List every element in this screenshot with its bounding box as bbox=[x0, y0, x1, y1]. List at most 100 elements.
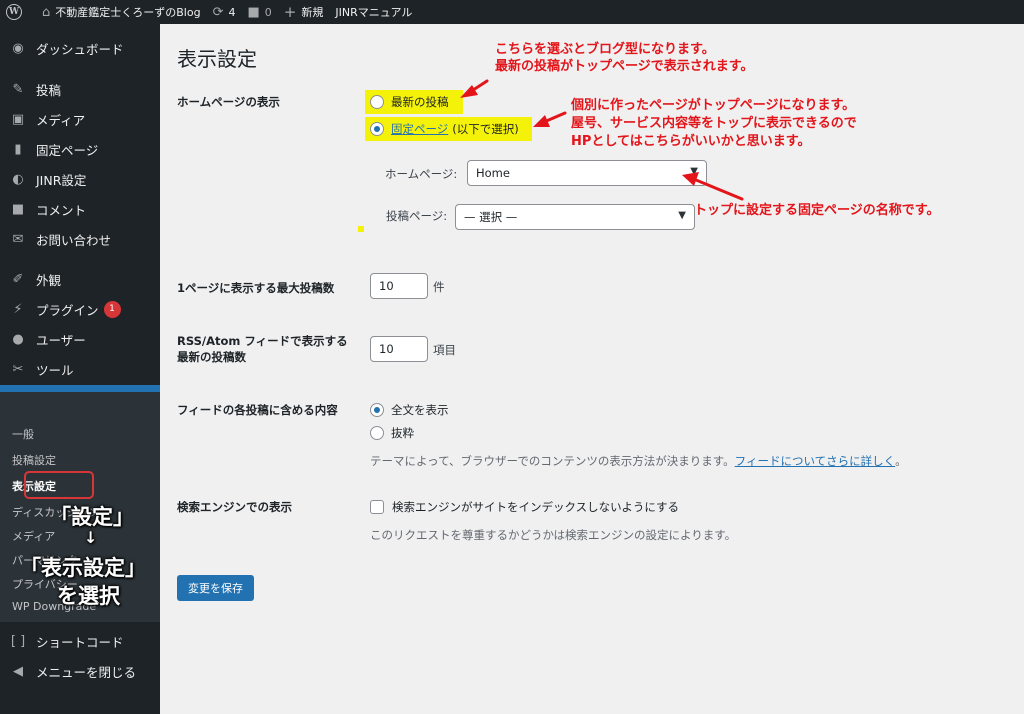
wrench-icon: ✂ bbox=[12, 361, 24, 377]
radio-static-page-row[interactable]: 固定ページ (以下で選択) bbox=[370, 121, 519, 137]
comments-count: 0 bbox=[264, 5, 272, 19]
menu-jinr[interactable]: ◐ JINR設定 bbox=[0, 164, 160, 194]
brush-icon: ✐ bbox=[12, 271, 24, 287]
submenu-media[interactable]: メディア bbox=[12, 528, 55, 544]
overlay-settings-text: 「設定」 bbox=[50, 505, 134, 529]
latest-posts-label: 最新の投稿 bbox=[391, 95, 449, 109]
menu-pages[interactable]: ▮ 固定ページ bbox=[0, 134, 160, 164]
feed-count-label-line2: 最新の投稿数 bbox=[177, 350, 246, 364]
static-page-suffix: (以下で選択) bbox=[452, 122, 519, 136]
menu-pages-label: 固定ページ bbox=[36, 142, 99, 158]
menu-dashboard[interactable]: ◉ ダッシュボード bbox=[0, 33, 160, 63]
new-label: 新規 bbox=[301, 6, 324, 19]
menu-users[interactable]: ● ユーザー bbox=[0, 324, 160, 354]
radio-static-page[interactable] bbox=[370, 122, 384, 136]
menu-appearance[interactable]: ✐ 外観 bbox=[0, 264, 160, 294]
annotation-static-line2: 屋号、サービス内容等をトップに表示できるので bbox=[571, 116, 857, 131]
feed-content-label: フィードの各投稿に含める内容 bbox=[177, 403, 338, 417]
posts-per-page-input[interactable]: 10 bbox=[370, 273, 428, 299]
submenu-writing[interactable]: 投稿設定 bbox=[12, 452, 56, 468]
submenu-general[interactable]: 一般 bbox=[12, 426, 34, 442]
menu-tools[interactable]: ✂ ツール bbox=[0, 354, 160, 384]
menu-comments[interactable]: ■ コメント bbox=[0, 194, 160, 224]
homepage-select-label: ホームページ: bbox=[385, 167, 458, 181]
search-visibility-label: 検索エンジンでの表示 bbox=[177, 500, 292, 514]
feed-learn-more-link[interactable]: フィードについてさらに詳しく bbox=[735, 454, 895, 468]
search-visibility-description: このリクエストを尊重するかどうかは検索エンジンの設定によります。 bbox=[370, 528, 737, 542]
chevron-down-icon: ▼ bbox=[678, 210, 686, 221]
menu-media-label: メディア bbox=[36, 112, 86, 128]
annotation-blog-line1: こちらを選ぶとブログ型になります。 bbox=[495, 42, 715, 57]
menu-tools-label: ツール bbox=[36, 362, 74, 378]
plugin-icon: ⚡ bbox=[13, 301, 23, 317]
menu-media[interactable]: ▣ メディア bbox=[0, 104, 160, 134]
menu-contact-label: お問い合わせ bbox=[36, 232, 112, 248]
menu-shortcode[interactable]: [ ] ショートコード bbox=[0, 626, 160, 656]
pin-icon: ✎ bbox=[12, 81, 24, 97]
full-text-label: 全文を表示 bbox=[391, 403, 449, 417]
feed-description: テーマによって、ブラウザーでのコンテンツの表示方法が決まります。フィードについて… bbox=[370, 453, 907, 469]
jinr-manual-link[interactable]: JINRマニュアル bbox=[329, 0, 418, 24]
collapse-menu[interactable]: ◀ メニューを閉じる bbox=[0, 656, 160, 686]
menu-dashboard-label: ダッシュボード bbox=[36, 41, 124, 57]
highlight-dot bbox=[358, 226, 364, 232]
static-page-link[interactable]: 固定ページ bbox=[391, 121, 448, 137]
menu-posts[interactable]: ✎ 投稿 bbox=[0, 74, 160, 104]
search-visibility-checkbox[interactable] bbox=[370, 500, 384, 514]
comment-icon: ■ bbox=[11, 201, 25, 217]
mail-icon: ✉ bbox=[12, 231, 24, 247]
posts-page-select[interactable]: — 選択 — ▼ bbox=[455, 204, 695, 230]
radio-latest-posts-row[interactable]: 最新の投稿 bbox=[370, 94, 449, 110]
radio-excerpt[interactable] bbox=[370, 426, 384, 440]
site-name-link[interactable]: ⌂ 不動産鑑定士くろーずのBlog bbox=[36, 0, 207, 24]
overlay-select-text: を選択 bbox=[57, 584, 120, 608]
search-visibility-checkbox-label: 検索エンジンがサイトをインデックスしないようにする bbox=[392, 500, 680, 514]
feed-count-label-line1: RSS/Atom フィードで表示する bbox=[177, 334, 348, 348]
menu-plugins[interactable]: ⚡ プラグイン 1 bbox=[0, 294, 160, 324]
feed-count-unit: 項目 bbox=[433, 343, 456, 357]
page-title: 表示設定 bbox=[177, 47, 257, 71]
admin-bar: W ⌂ 不動産鑑定士くろーずのBlog ⟳ 4 ■ 0 + 新規 JINRマニュ… bbox=[0, 0, 1024, 24]
annotation-page-name: トップに設定する固定ページの名称です。 bbox=[694, 203, 940, 218]
plugin-update-badge: 1 bbox=[103, 300, 121, 318]
posts-page-select-label: 投稿ページ: bbox=[386, 209, 448, 223]
wp-logo-menu[interactable]: W bbox=[0, 0, 28, 24]
menu-posts-label: 投稿 bbox=[36, 82, 62, 98]
annotation-static-line3: HPとしてはこちらがいいかと思います。 bbox=[571, 134, 811, 149]
comments-link[interactable]: ■ 0 bbox=[242, 0, 278, 24]
menu-comments-label: コメント bbox=[36, 202, 87, 218]
feed-count-input[interactable]: 10 bbox=[370, 336, 428, 362]
menu-contact[interactable]: ✉ お問い合わせ bbox=[0, 224, 160, 254]
radio-full-text-row[interactable]: 全文を表示 bbox=[370, 402, 449, 418]
posts-page-select-value: — 選択 — bbox=[464, 210, 518, 224]
overlay-reading-text: 「表示設定」 bbox=[20, 556, 146, 580]
updates-count: 4 bbox=[228, 5, 236, 19]
dashboard-icon: ◉ bbox=[12, 40, 24, 56]
save-changes-button[interactable]: 変更を保存 bbox=[177, 575, 254, 601]
radio-latest-posts[interactable] bbox=[370, 95, 384, 109]
page-icon: ▮ bbox=[14, 141, 22, 157]
overlay-down-arrow: ↓ bbox=[84, 528, 98, 547]
collapse-arrow-icon: ◀ bbox=[13, 663, 23, 679]
updates-icon: ⟳ bbox=[212, 4, 224, 20]
menu-users-label: ユーザー bbox=[36, 332, 86, 348]
collapse-menu-label: メニューを閉じる bbox=[36, 664, 137, 680]
updates-link[interactable]: ⟳ 4 bbox=[207, 0, 242, 24]
jinr-icon: ◐ bbox=[12, 171, 24, 187]
feed-description-text: テーマによって、ブラウザーでのコンテンツの表示方法が決まります。 bbox=[370, 454, 735, 468]
radio-excerpt-row[interactable]: 抜粋 bbox=[370, 425, 414, 441]
comment-icon: ■ bbox=[247, 4, 260, 20]
brackets-icon: [ ] bbox=[10, 633, 26, 649]
excerpt-label: 抜粋 bbox=[391, 426, 414, 440]
menu-jinr-label: JINR設定 bbox=[36, 172, 87, 188]
media-icon: ▣ bbox=[11, 111, 25, 127]
homepage-select[interactable]: Home ▼ bbox=[467, 160, 707, 186]
posts-per-page-unit: 件 bbox=[433, 280, 445, 294]
annotation-blog-line2: 最新の投稿がトップページで表示されます。 bbox=[495, 59, 754, 74]
annotation-static-line1: 個別に作ったページがトップページになります。 bbox=[571, 98, 856, 113]
search-visibility-row[interactable]: 検索エンジンがサイトをインデックスしないようにする bbox=[370, 499, 679, 515]
homepage-display-label: ホームページの表示 bbox=[177, 95, 280, 109]
menu-shortcode-label: ショートコード bbox=[36, 634, 124, 650]
radio-full-text[interactable] bbox=[370, 403, 384, 417]
new-content-link[interactable]: + 新規 bbox=[278, 0, 330, 24]
